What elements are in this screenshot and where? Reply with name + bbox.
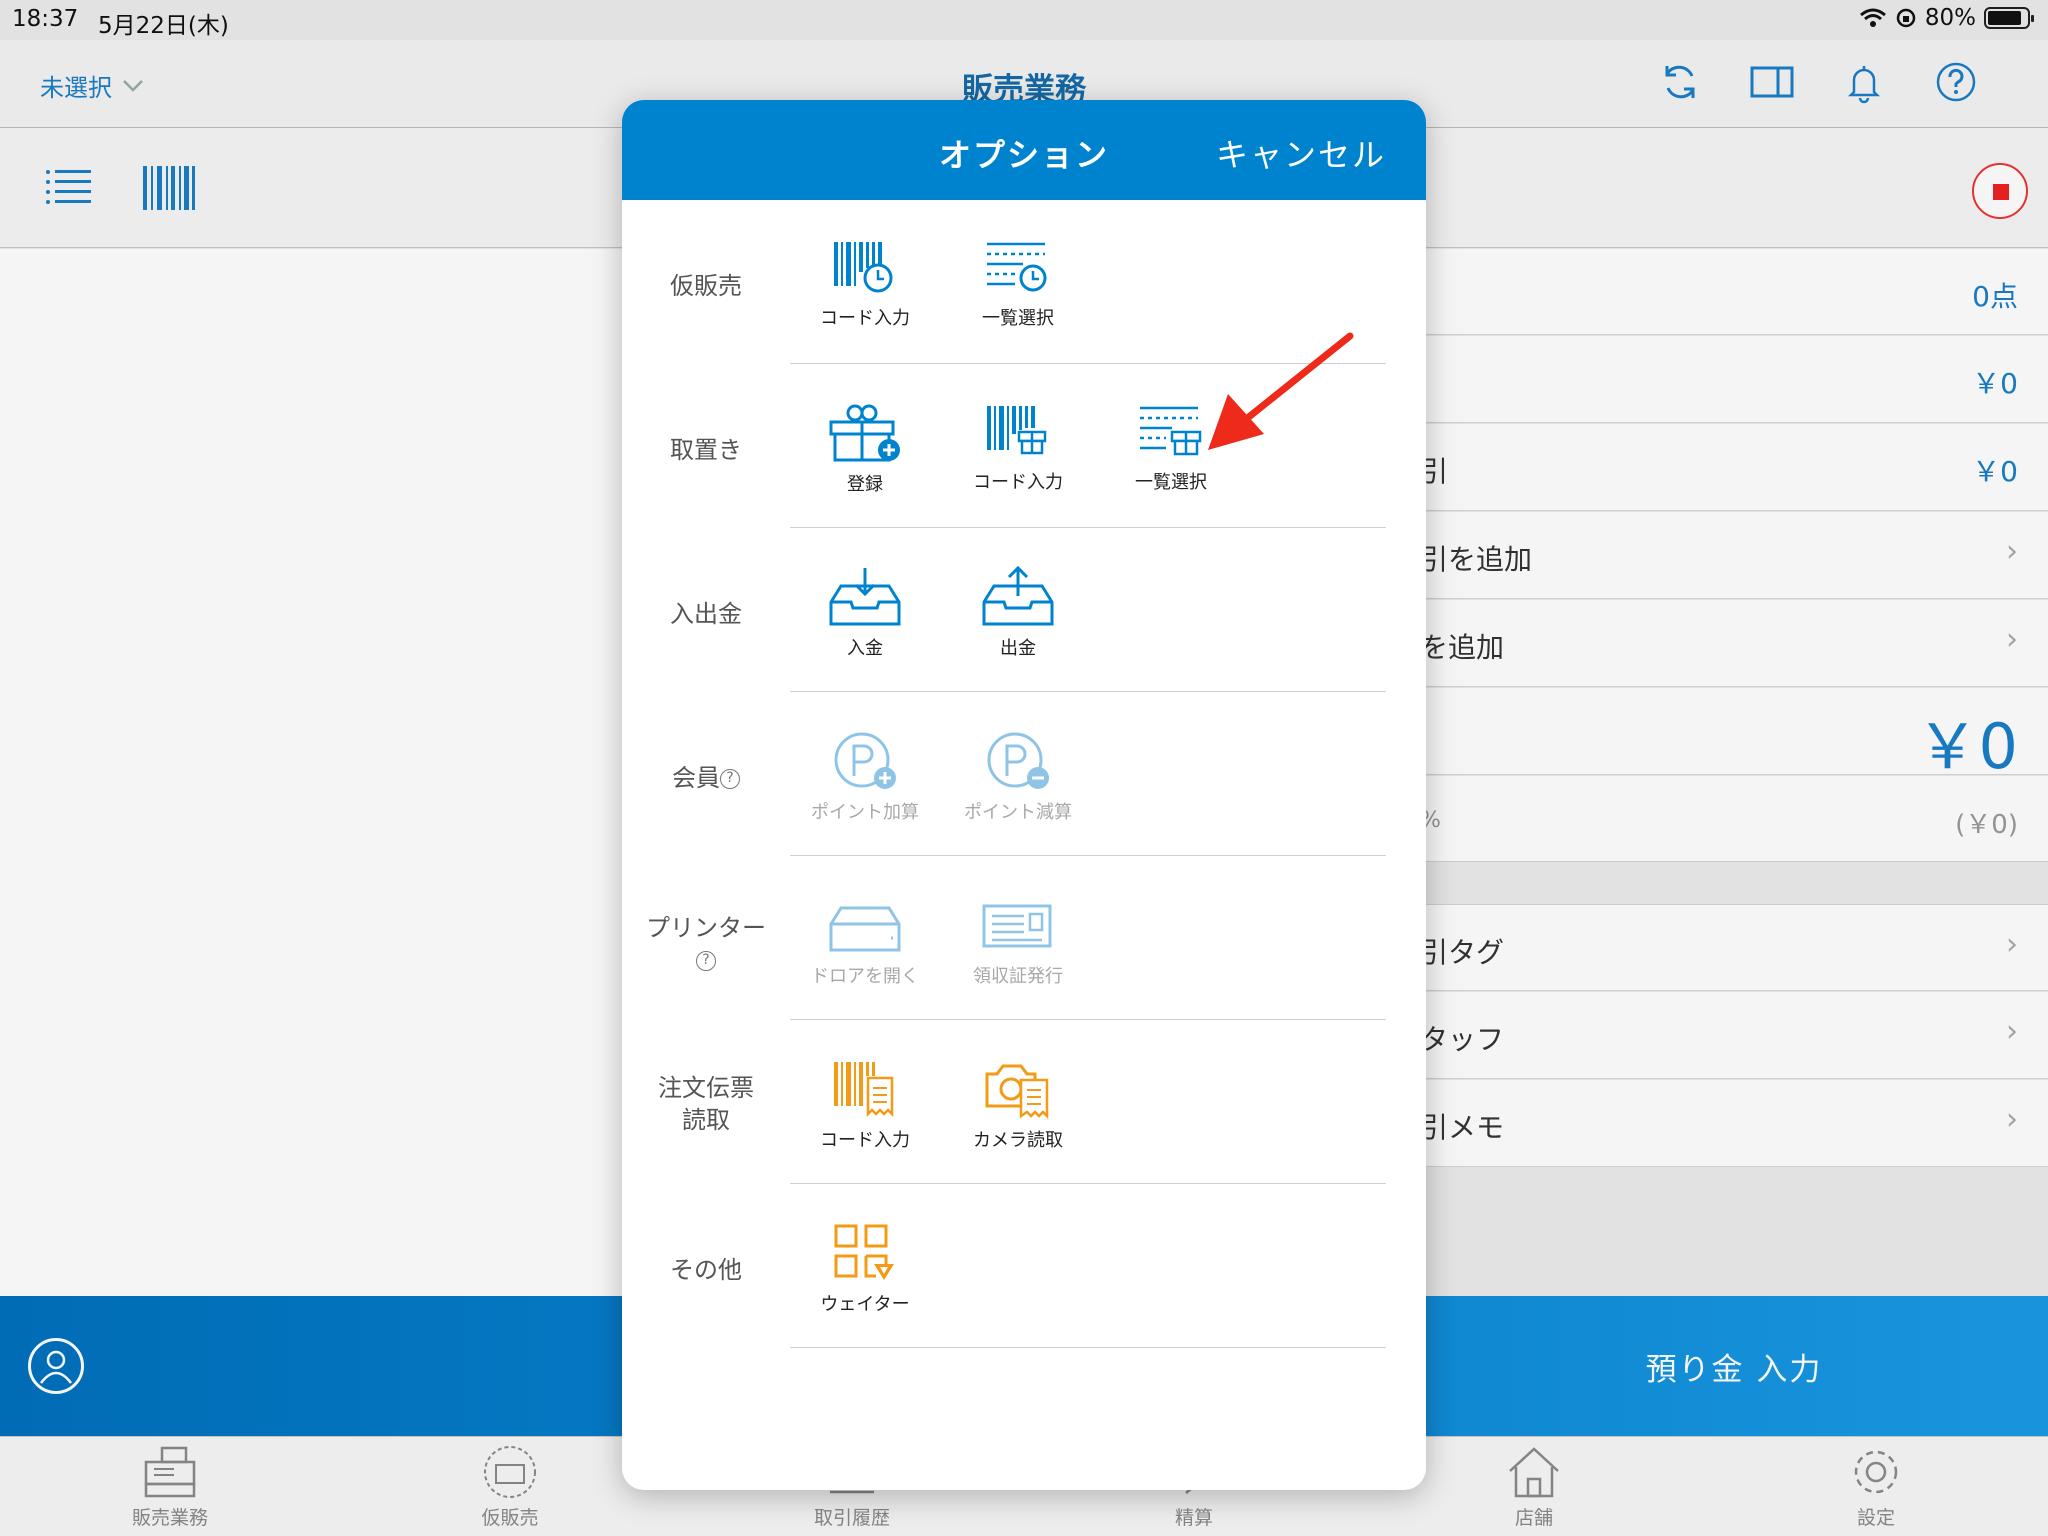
option-label: 入金: [847, 638, 883, 659]
tray-out-icon: [982, 566, 1054, 626]
gift-plus-icon: [829, 404, 900, 462]
section-label-wrap: プリンター?: [622, 912, 790, 976]
section-label: 取置き: [670, 436, 742, 464]
option-label: カメラ読取: [973, 1130, 1063, 1151]
section-label: 仮販売: [670, 272, 742, 300]
camera-read-option[interactable]: カメラ読取: [943, 1058, 1093, 1152]
options-modal: オプション キャンセル 仮販売 コード入力 一覧選択 取置き 登録 コード入力 …: [622, 100, 1426, 1490]
cancel-button[interactable]: キャンセル: [1216, 130, 1386, 176]
layaway-code-input-option[interactable]: コード入力: [943, 402, 1093, 494]
receipt-icon: [982, 904, 1052, 948]
option-label: コード入力: [973, 472, 1063, 493]
waiter-grid-icon: [834, 1224, 894, 1280]
option-label: 登録: [847, 474, 883, 495]
cash-out-option[interactable]: 出金: [943, 566, 1093, 660]
option-label: ドロアを開く: [811, 966, 919, 987]
option-label: 出金: [1000, 638, 1036, 659]
modal-header: オプション キャンセル: [622, 100, 1426, 200]
point-minus-icon: [987, 732, 1049, 789]
section-member: 会員? ポイント加算 ポイント減算: [622, 692, 1426, 856]
section-label: 会員: [672, 764, 720, 792]
temp-sales-code-input-option[interactable]: コード入力: [790, 238, 940, 330]
section-printer: プリンター? ドロアを開く 領収証発行: [622, 856, 1426, 1020]
option-label: 一覧選択: [1135, 472, 1207, 493]
section-other: その他 ウェイター: [622, 1184, 1426, 1348]
option-label: ポイント加算: [811, 802, 919, 823]
camera-receipt-icon: [985, 1064, 1049, 1120]
temp-sales-list-select-option[interactable]: 一覧選択: [943, 238, 1093, 330]
section-cash-in-out: 入出金 入金 出金: [622, 528, 1426, 692]
barcode-gift-icon: [987, 406, 1047, 455]
tray-in-icon: [829, 568, 901, 626]
layaway-register-option[interactable]: 登録: [790, 402, 940, 496]
open-drawer-option[interactable]: ドロアを開く: [790, 894, 940, 988]
section-divider: [790, 1347, 1386, 1348]
list-gift-icon: [1140, 406, 1202, 456]
section-label: その他: [670, 1256, 742, 1284]
section-label-wrap: 会員?: [622, 762, 790, 794]
section-label: 注文伝票 読取: [658, 1074, 754, 1134]
option-label: コード入力: [820, 1130, 910, 1151]
option-label: ポイント減算: [964, 802, 1072, 823]
option-label: 一覧選択: [982, 308, 1054, 329]
point-add-option[interactable]: ポイント加算: [790, 730, 940, 824]
cash-in-option[interactable]: 入金: [790, 566, 940, 660]
option-label: 領収証発行: [973, 966, 1063, 987]
option-label: ウェイター: [820, 1294, 910, 1315]
point-subtract-option[interactable]: ポイント減算: [943, 730, 1093, 824]
waiter-option[interactable]: ウェイター: [790, 1222, 940, 1316]
section-label: プリンター: [646, 914, 766, 942]
order-code-input-option[interactable]: コード入力: [790, 1058, 940, 1152]
barcode-receipt-icon: [834, 1062, 894, 1118]
help-icon[interactable]: ?: [696, 951, 716, 971]
option-label: コード入力: [820, 308, 910, 329]
section-label: 入出金: [670, 600, 742, 628]
section-order-slip: 注文伝票 読取 コード入力 カメラ読取: [622, 1020, 1426, 1184]
point-plus-icon: [834, 732, 896, 789]
drawer-icon: [829, 906, 901, 952]
help-icon[interactable]: ?: [720, 769, 740, 789]
barcode-clock-icon: [834, 242, 893, 293]
issue-receipt-option[interactable]: 領収証発行: [943, 894, 1093, 988]
annotation-arrow-icon: [1208, 332, 1354, 450]
list-clock-icon: [987, 242, 1047, 292]
